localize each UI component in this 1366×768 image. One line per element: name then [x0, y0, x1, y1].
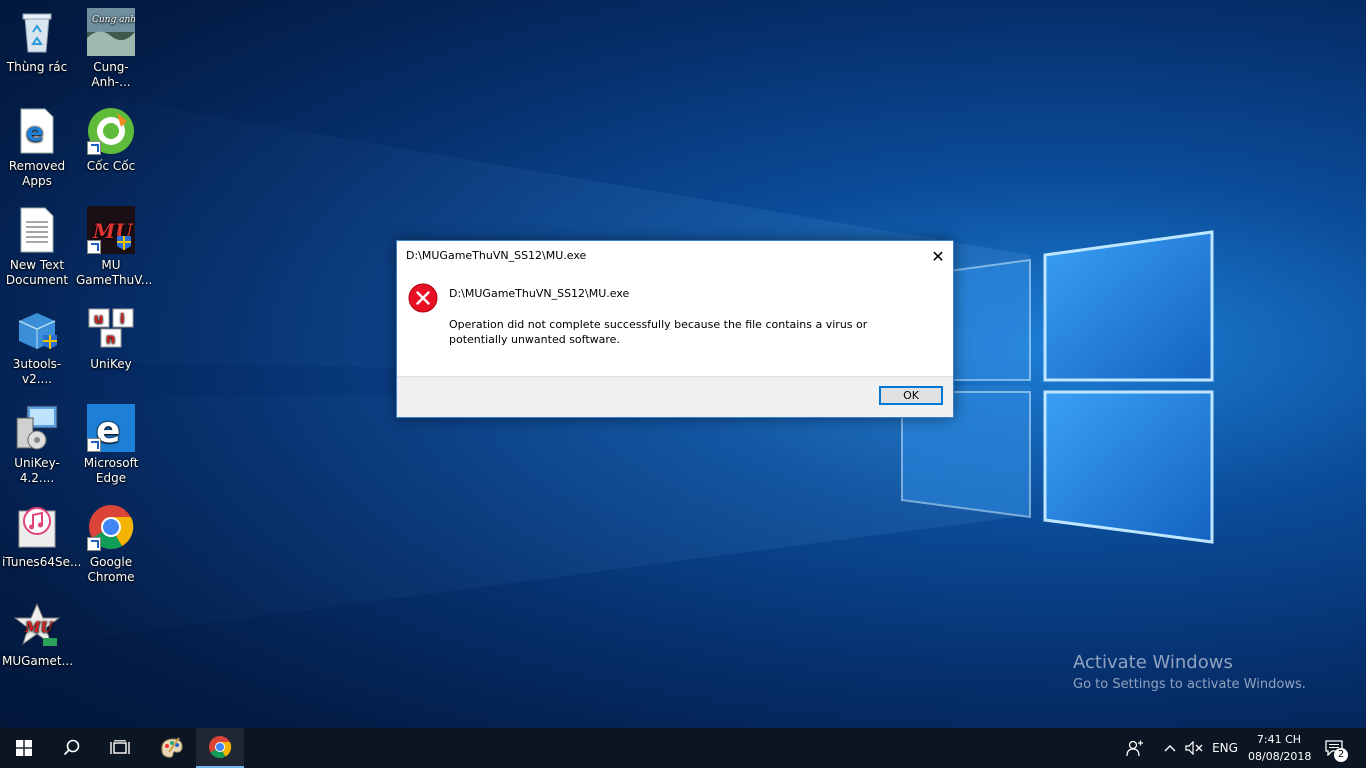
- image-file-icon: Cung anh: [87, 8, 135, 56]
- desktop-icon-coccoc[interactable]: Cốc Cốc: [76, 107, 146, 174]
- mu-game-installer-icon: MU: [13, 602, 61, 650]
- desktop-icon-removed-apps[interactable]: e Removed Apps: [2, 107, 72, 189]
- desktop-icon-label: iTunes64Se...: [2, 555, 82, 569]
- shortcut-arrow-icon: [87, 438, 101, 452]
- ok-button[interactable]: OK: [879, 386, 943, 405]
- svg-text:n: n: [106, 332, 115, 347]
- package-icon: [13, 305, 61, 353]
- start-button[interactable]: [0, 728, 48, 768]
- task-view-icon: [110, 740, 130, 754]
- windows-logo-icon: [16, 740, 32, 756]
- desktop-icon-label: New Text Document: [5, 258, 69, 287]
- shortcut-arrow-icon: [87, 240, 101, 254]
- coccoc-icon: [87, 107, 135, 155]
- edge-icon: e: [87, 404, 135, 452]
- clock[interactable]: 7:41 CH 08/08/2018: [1248, 731, 1312, 765]
- taskbar-app-chrome[interactable]: [196, 728, 244, 768]
- edge-legacy-icon: e: [13, 107, 61, 155]
- desktop-icon-label: Cung-Anh-...: [91, 60, 131, 89]
- clock-date: 08/08/2018: [1248, 750, 1312, 763]
- desktop-icon-mu-game[interactable]: MU MU GameThuV...: [76, 206, 153, 288]
- shortcut-arrow-icon: [87, 141, 101, 155]
- desktop-icon-unikey[interactable]: u in UniKey: [76, 305, 146, 372]
- svg-text:Cung anh: Cung anh: [92, 15, 135, 25]
- chrome-icon: [209, 736, 232, 758]
- desktop-icon-recycle-bin[interactable]: Thùng rác: [2, 8, 72, 75]
- error-dialog: D:\MUGameThuVN_SS12\MU.exe ✕ D:\MUGameTh…: [396, 240, 954, 418]
- mu-game-icon: MU: [87, 206, 135, 254]
- notification-count-badge: 2: [1334, 748, 1348, 762]
- dialog-message: Operation did not complete successfully …: [449, 318, 868, 346]
- svg-text:i: i: [120, 312, 124, 327]
- search-icon: [63, 739, 80, 756]
- clock-time: 7:41 CH: [1256, 733, 1302, 746]
- chrome-icon: [87, 503, 135, 551]
- desktop-icon-label: UniKey-4.2....: [14, 456, 60, 485]
- svg-text:MU: MU: [24, 620, 53, 636]
- unikey-icon: u in: [87, 305, 135, 353]
- desktop-icon-label: Google Chrome: [87, 555, 135, 584]
- dialog-footer: OK: [397, 376, 953, 417]
- people-icon: [1126, 740, 1143, 757]
- error-icon: [408, 283, 438, 313]
- desktop-icon-microsoft-edge[interactable]: e Microsoft Edge: [76, 404, 146, 486]
- desktop-icon-mugamet[interactable]: MU MUGamet...: [2, 602, 74, 669]
- desktop-icon-new-text-document[interactable]: New Text Document: [2, 206, 72, 288]
- desktop-icon-google-chrome[interactable]: Google Chrome: [76, 503, 146, 585]
- desktop-icon-label: Removed Apps: [8, 159, 66, 188]
- taskbar: ENG 7:41 CH 08/08/2018: [0, 728, 1366, 768]
- desktop-icon-cung-anh[interactable]: Cung anh Cung-Anh-...: [76, 8, 146, 90]
- task-view-button[interactable]: [96, 728, 144, 768]
- dialog-title: D:\MUGameThuVN_SS12\MU.exe: [406, 249, 587, 262]
- show-hidden-icons-button[interactable]: [1158, 728, 1182, 768]
- desktop-icon-label: 3utools-v2....: [12, 357, 62, 386]
- desktop-icon-itunes[interactable]: iTunes64Se...: [2, 503, 82, 570]
- volume-muted-icon: [1185, 741, 1203, 755]
- desktop-icon-label: Cốc Cốc: [86, 159, 136, 173]
- recycle-bin-icon: [13, 8, 61, 56]
- svg-text:u: u: [94, 312, 103, 327]
- volume-button[interactable]: [1182, 728, 1206, 768]
- taskbar-app-paint[interactable]: [148, 728, 196, 768]
- input-language-button[interactable]: ENG: [1208, 728, 1242, 768]
- desktop-icon-label: Microsoft Edge: [83, 456, 139, 485]
- installer-icon: [13, 404, 61, 452]
- action-center-button[interactable]: [1316, 728, 1352, 768]
- desktop-icon-label: UniKey: [90, 357, 132, 371]
- search-button[interactable]: [48, 728, 96, 768]
- desktop-icon-3utools[interactable]: 3utools-v2....: [2, 305, 72, 387]
- shortcut-arrow-icon: [87, 537, 101, 551]
- dialog-file-path: D:\MUGameThuVN_SS12\MU.exe: [449, 287, 630, 300]
- desktop-icon-label: Thùng rác: [6, 60, 68, 74]
- people-button[interactable]: [1120, 728, 1150, 768]
- desktop-icon-label: MUGamet...: [2, 654, 74, 668]
- activation-watermark-title: Activate Windows: [1073, 652, 1233, 673]
- desktop-icon-label: MU GameThuV...: [76, 258, 153, 287]
- close-icon: ✕: [931, 246, 945, 266]
- text-document-icon: [13, 206, 61, 254]
- close-button[interactable]: ✕: [923, 241, 953, 271]
- desktop-icon-unikey-installer[interactable]: UniKey-4.2....: [2, 404, 72, 486]
- activation-watermark-subtitle: Go to Settings to activate Windows.: [1073, 677, 1306, 692]
- itunes-icon: [13, 503, 61, 551]
- paint-palette-icon: [161, 737, 183, 758]
- svg-text:e: e: [26, 118, 44, 148]
- chevron-up-icon: [1164, 745, 1176, 752]
